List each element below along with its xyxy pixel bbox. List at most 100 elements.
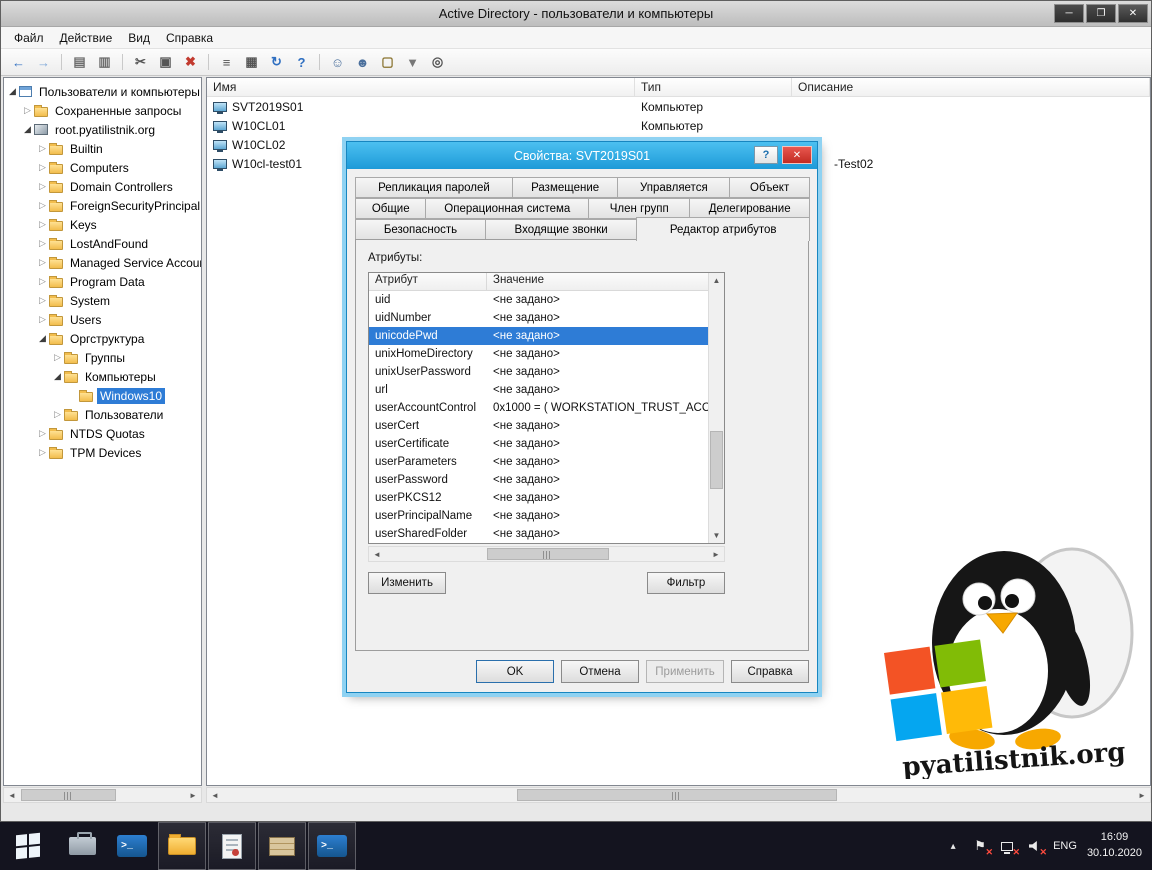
collapse-arrow-icon[interactable]: ◢ <box>6 86 19 97</box>
tree-item-tpm-devices[interactable]: ▷TPM Devices <box>4 443 201 462</box>
cut-icon[interactable]: ✂ <box>129 52 152 73</box>
powershell-ise-button[interactable] <box>308 822 356 870</box>
attributes-vertical-scrollbar[interactable] <box>708 273 724 543</box>
tree-item-computers[interactable]: ▷Computers <box>4 158 201 177</box>
help-button[interactable]: Справка <box>731 660 809 683</box>
network-icon[interactable] <box>998 837 1016 855</box>
dialog-help-button[interactable] <box>754 146 778 164</box>
tab-object[interactable]: Объект <box>729 177 810 198</box>
expand-arrow-icon[interactable]: ▷ <box>36 428 49 439</box>
scroll-up-icon[interactable] <box>709 273 724 288</box>
server-manager-button[interactable] <box>58 822 106 870</box>
tab-member-of[interactable]: Член групп <box>588 198 690 219</box>
attribute-row[interactable]: userPrincipalName<не задано> <box>369 507 708 525</box>
add-group-icon[interactable]: ☻ <box>351 52 374 73</box>
attribute-row[interactable]: userPKCS12<не задано> <box>369 489 708 507</box>
file-explorer-button[interactable] <box>158 822 206 870</box>
tab-location[interactable]: Размещение <box>512 177 618 198</box>
table-row[interactable]: SVT2019S01Компьютер <box>207 97 1150 116</box>
scroll-left-icon[interactable] <box>4 788 20 802</box>
close-button[interactable] <box>1118 4 1148 23</box>
tree-item-saved-queries[interactable]: ▷Сохраненные запросы <box>4 101 201 120</box>
expand-arrow-icon[interactable]: ▷ <box>36 257 49 268</box>
tree-item-keys[interactable]: ▷Keys <box>4 215 201 234</box>
column-header-type[interactable]: Тип <box>635 78 792 96</box>
powershell-button[interactable] <box>108 822 156 870</box>
ok-button[interactable]: OK <box>476 660 554 683</box>
console-tree-icon[interactable]: ▥ <box>93 52 116 73</box>
attribute-row[interactable]: unixHomeDirectory<не задано> <box>369 345 708 363</box>
tree-item-system[interactable]: ▷System <box>4 291 201 310</box>
expand-arrow-icon[interactable]: ▷ <box>36 238 49 249</box>
restore-button[interactable] <box>1086 4 1116 23</box>
table-row[interactable]: W10CL01Компьютер <box>207 116 1150 135</box>
tree-item-managed-service-accounts[interactable]: ▷Managed Service Accour <box>4 253 201 272</box>
tab-operating-system[interactable]: Операционная система <box>425 198 589 219</box>
tree-item-computers-ou[interactable]: ◢Компьютеры <box>4 367 201 386</box>
tab-managed-by[interactable]: Управляется <box>617 177 730 198</box>
collapse-arrow-icon[interactable]: ◢ <box>36 333 49 344</box>
scroll-left-icon[interactable] <box>369 547 385 561</box>
column-header-attribute[interactable]: Атрибут <box>369 273 487 290</box>
tree-item-users[interactable]: ▷Users <box>4 310 201 329</box>
expand-arrow-icon[interactable]: ▷ <box>36 276 49 287</box>
filter-button[interactable]: Фильтр <box>647 572 725 594</box>
cancel-button[interactable]: Отмена <box>561 660 639 683</box>
attribute-row[interactable]: userPassword<не задано> <box>369 471 708 489</box>
refresh-icon[interactable]: ↻ <box>265 52 288 73</box>
add-user-icon[interactable]: ☺ <box>326 52 349 73</box>
tab-security[interactable]: Безопасность <box>355 219 486 240</box>
start-button[interactable] <box>0 822 56 870</box>
column-header-value[interactable]: Значение <box>487 273 708 290</box>
menu-action[interactable]: Действие <box>52 28 121 48</box>
tab-attribute-editor[interactable]: Редактор атрибутов <box>636 217 810 241</box>
collapse-arrow-icon[interactable]: ◢ <box>51 371 64 382</box>
expand-arrow-icon[interactable]: ▷ <box>36 181 49 192</box>
tree-item-program-data[interactable]: ▷Program Data <box>4 272 201 291</box>
tree-item-ntds-quotas[interactable]: ▷NTDS Quotas <box>4 424 201 443</box>
menu-file[interactable]: Файл <box>6 28 52 48</box>
expand-arrow-icon[interactable]: ▷ <box>36 143 49 154</box>
expand-arrow-icon[interactable]: ▷ <box>36 314 49 325</box>
tree-item-lost-and-found[interactable]: ▷LostAndFound <box>4 234 201 253</box>
language-indicator[interactable]: ENG <box>1053 840 1077 852</box>
scroll-right-icon[interactable] <box>708 547 724 561</box>
attribute-row[interactable]: userParameters<не задано> <box>369 453 708 471</box>
add-ou-icon[interactable]: ▢ <box>376 52 399 73</box>
action-center-icon[interactable] <box>971 837 989 855</box>
attribute-row[interactable]: userSharedFolder<не задано> <box>369 525 708 543</box>
attribute-row[interactable]: userAccountControl0x1000 = ( WORKSTATION… <box>369 399 708 417</box>
expand-arrow-icon[interactable]: ▷ <box>36 219 49 230</box>
scrollbar-thumb[interactable] <box>21 789 116 801</box>
library-button[interactable] <box>258 822 306 870</box>
tree-horizontal-scrollbar[interactable] <box>3 787 202 803</box>
minimize-button[interactable] <box>1054 4 1084 23</box>
menu-view[interactable]: Вид <box>120 28 158 48</box>
tree-item-builtin[interactable]: ▷Builtin <box>4 139 201 158</box>
back-icon[interactable]: ← <box>7 52 30 73</box>
attribute-row[interactable]: unixUserPassword<не задано> <box>369 363 708 381</box>
forward-icon[interactable]: → <box>32 52 55 73</box>
column-header-name[interactable]: Имя <box>207 78 635 96</box>
expand-arrow-icon[interactable]: ▷ <box>36 447 49 458</box>
tree-item-domain-root[interactable]: ◢root.pyatilistnik.org <box>4 120 201 139</box>
help-icon[interactable]: ? <box>290 52 313 73</box>
volume-icon[interactable] <box>1025 837 1043 855</box>
open-folder-icon[interactable]: ▤ <box>68 52 91 73</box>
tree-item-orgstructure[interactable]: ◢Оргструктура <box>4 329 201 348</box>
tab-general[interactable]: Общие <box>355 198 426 219</box>
expand-arrow-icon[interactable]: ▷ <box>36 200 49 211</box>
scroll-right-icon[interactable] <box>185 788 201 802</box>
attribute-row[interactable]: unicodePwd<не задано> <box>369 327 708 345</box>
filter-icon[interactable]: ▼ <box>401 52 424 73</box>
collapse-arrow-icon[interactable]: ◢ <box>21 124 34 135</box>
properties-icon[interactable]: ▦ <box>240 52 263 73</box>
attribute-row[interactable]: url<не задано> <box>369 381 708 399</box>
tab-dial-in[interactable]: Входящие звонки <box>485 219 637 240</box>
expand-arrow-icon[interactable]: ▷ <box>21 105 34 116</box>
hidden-icons-chevron-icon[interactable] <box>945 841 961 852</box>
delete-icon[interactable]: ✖ <box>179 52 202 73</box>
attribute-row[interactable]: uidNumber<не задано> <box>369 309 708 327</box>
tree-item-foreign-security-principals[interactable]: ▷ForeignSecurityPrincipal: <box>4 196 201 215</box>
menu-help[interactable]: Справка <box>158 28 221 48</box>
